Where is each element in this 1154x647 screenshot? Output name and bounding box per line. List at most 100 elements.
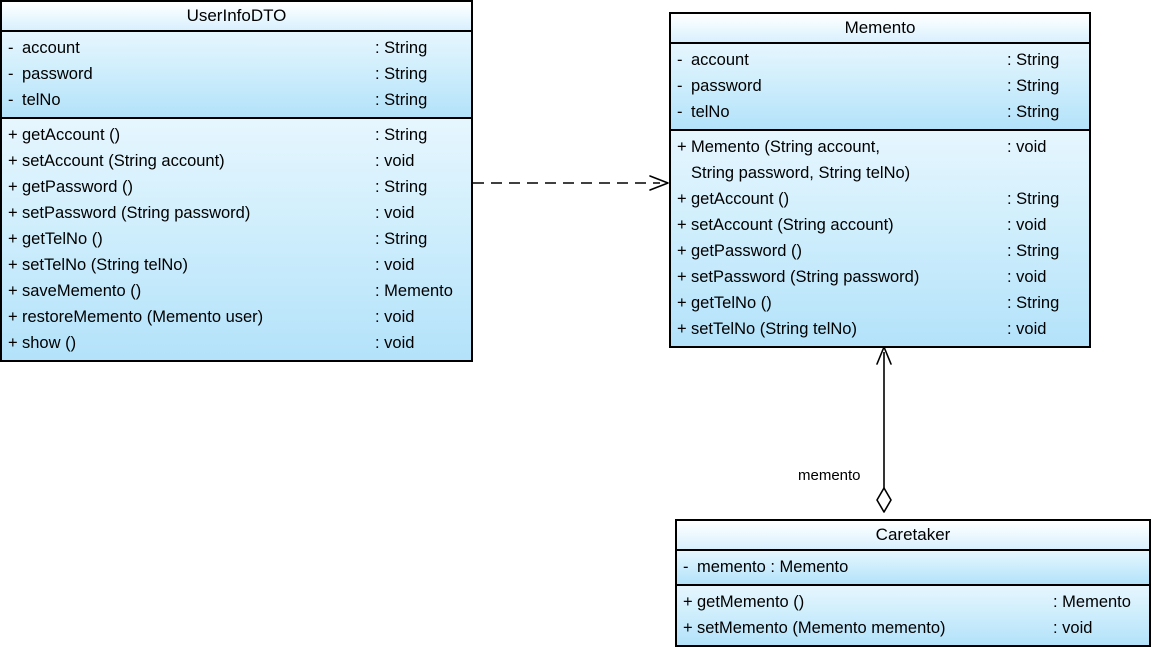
attribute-signature: telNo (691, 103, 730, 121)
method-return-type: : void (1007, 320, 1047, 338)
visibility-marker: + (8, 178, 18, 196)
attribute-signature: telNo (22, 91, 61, 109)
visibility-marker: + (8, 334, 18, 352)
class-box-userinfodto[interactable]: UserInfoDTO - account : String - passwor… (0, 0, 473, 362)
method-return-type: : String (375, 126, 428, 144)
method-row: + getPassword () : String (2, 174, 471, 200)
visibility-marker: + (683, 619, 693, 637)
method-row: + saveMemento () : Memento (2, 278, 471, 304)
method-return-type: : void (375, 334, 415, 352)
method-return-type: : void (1053, 619, 1093, 637)
method-row: + getTelNo () : String (671, 290, 1089, 316)
attribute-signature: account (691, 51, 749, 69)
attribute-type: : String (1007, 77, 1060, 95)
method-row: + restoreMemento (Memento user) : void (2, 304, 471, 330)
method-row: + setPassword (String password) : void (671, 264, 1089, 290)
method-signature: getPassword () (22, 178, 133, 196)
visibility-marker: + (8, 152, 18, 170)
method-row: + setPassword (String password) : void (2, 200, 471, 226)
method-row: + setTelNo (String telNo) : void (671, 316, 1089, 342)
visibility-marker: - (683, 558, 689, 576)
method-row: + getAccount () : String (671, 186, 1089, 212)
method-signature: restoreMemento (Memento user) (22, 308, 264, 326)
class-title-userinfodto: UserInfoDTO (2, 2, 471, 32)
attribute-row: - account : String (671, 47, 1089, 73)
aggregation-role-label: memento (798, 467, 861, 484)
method-row: + getTelNo () : String (2, 226, 471, 252)
attribute-type: : String (1007, 103, 1060, 121)
method-row: + getAccount () : String (2, 122, 471, 148)
diagram-canvas: UserInfoDTO - account : String - passwor… (0, 0, 1154, 647)
class-box-caretaker[interactable]: Caretaker - memento : Memento + getMemen… (675, 519, 1151, 647)
visibility-marker: + (677, 294, 687, 312)
method-signature: setAccount (String account) (691, 216, 894, 234)
methods-compartment-memento: + Memento (String account, : void String… (671, 131, 1089, 346)
visibility-marker: + (677, 242, 687, 260)
visibility-marker: + (8, 126, 18, 144)
attribute-row: - telNo : String (2, 87, 471, 113)
method-signature: saveMemento () (22, 282, 142, 300)
attribute-row: - account : String (2, 35, 471, 61)
method-row: + setAccount (String account) : void (2, 148, 471, 174)
class-title-memento: Memento (671, 14, 1089, 44)
method-row: + setTelNo (String telNo) : void (2, 252, 471, 278)
method-row: + Memento (String account, : void (671, 134, 1089, 160)
method-row: + getMemento () : Memento (677, 589, 1149, 615)
attribute-signature: password (22, 65, 93, 83)
method-return-type: : String (375, 230, 428, 248)
method-signature: setPassword (String password) (691, 268, 920, 286)
attributes-compartment-userinfodto: - account : String - password : String -… (2, 32, 471, 119)
method-row: + setAccount (String account) : void (671, 212, 1089, 238)
attribute-row: - password : String (671, 73, 1089, 99)
method-row: + setMemento (Memento memento) : void (677, 615, 1149, 641)
visibility-marker: + (677, 138, 687, 156)
visibility-marker: - (8, 91, 14, 109)
methods-compartment-caretaker: + getMemento () : Memento + setMemento (… (677, 586, 1149, 645)
method-return-type: : void (375, 204, 415, 222)
method-return-type: : String (1007, 294, 1060, 312)
attribute-type: : String (1007, 51, 1060, 69)
method-row: + getPassword () : String (671, 238, 1089, 264)
visibility-marker: - (677, 51, 683, 69)
dependency-arrowhead-icon (649, 175, 669, 191)
method-return-type: : void (375, 308, 415, 326)
method-signature: getTelNo () (691, 294, 772, 312)
aggregation-connector-caretaker-to-memento[interactable] (876, 346, 892, 513)
attribute-row: - memento : Memento (677, 554, 1149, 580)
dependency-connector-userinfodto-to-memento[interactable] (473, 175, 669, 191)
class-box-memento[interactable]: Memento - account : String - password : … (669, 12, 1091, 348)
aggregation-diamond-icon (876, 487, 892, 513)
attribute-type: : String (375, 39, 428, 57)
method-signature: setMemento (Memento memento) (697, 619, 946, 637)
visibility-marker: + (8, 256, 18, 274)
visibility-marker: + (8, 282, 18, 300)
visibility-marker: + (677, 216, 687, 234)
method-signature: setTelNo (String telNo) (691, 320, 857, 338)
attributes-compartment-caretaker: - memento : Memento (677, 551, 1149, 586)
method-return-type: : String (1007, 190, 1060, 208)
visibility-marker: - (8, 39, 14, 57)
attribute-signature: password (691, 77, 762, 95)
visibility-marker: + (677, 268, 687, 286)
method-return-type: : void (1007, 268, 1047, 286)
visibility-marker: + (8, 204, 18, 222)
visibility-marker: + (677, 190, 687, 208)
method-row: + show () : void (2, 330, 471, 356)
visibility-marker: - (677, 77, 683, 95)
visibility-marker: + (683, 593, 693, 611)
method-signature: getAccount () (22, 126, 121, 144)
method-signature: getMemento () (697, 593, 805, 611)
attribute-type: : String (375, 65, 428, 83)
visibility-marker: + (8, 230, 18, 248)
aggregation-arrowhead-icon (876, 346, 892, 365)
method-return-type: : void (1007, 216, 1047, 234)
attribute-signature: account (22, 39, 80, 57)
method-signature: getPassword () (691, 242, 802, 260)
attribute-type: : String (375, 91, 428, 109)
method-signature: Memento (String account, (691, 138, 880, 156)
visibility-marker: - (8, 65, 14, 83)
class-title-caretaker: Caretaker (677, 521, 1149, 551)
method-signature: String password, String telNo) (691, 164, 911, 182)
method-signature: getTelNo () (22, 230, 103, 248)
attribute-row: - password : String (2, 61, 471, 87)
